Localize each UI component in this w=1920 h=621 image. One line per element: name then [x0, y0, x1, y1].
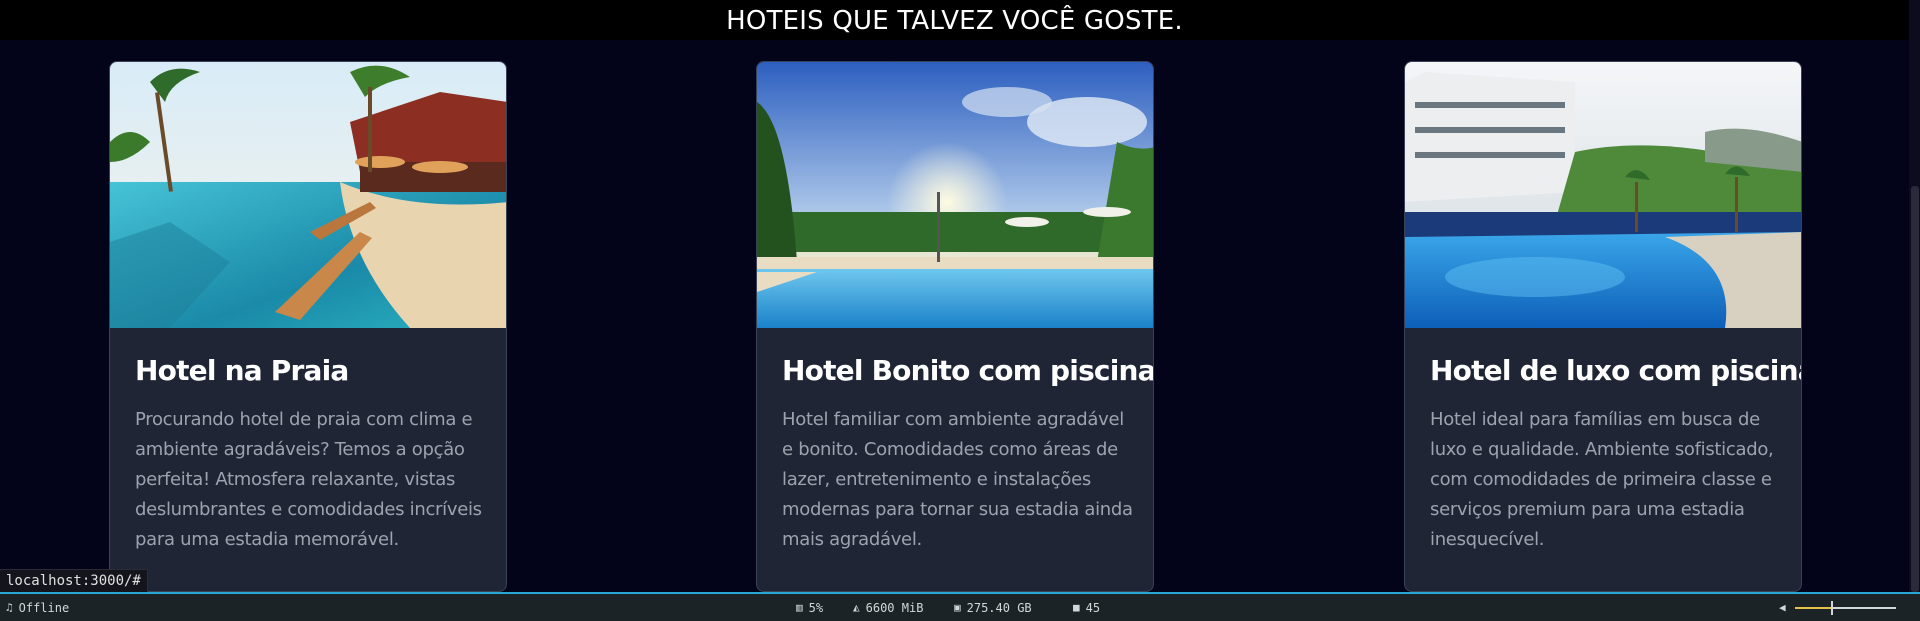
disk-usage-text: 275.40 GB	[966, 600, 1032, 615]
link-status-url: localhost:3000/#	[0, 569, 148, 592]
page-scrollbar[interactable]	[1909, 0, 1920, 592]
hotel-card-luxo[interactable]: Hotel de luxo com piscina Hotel ideal pa…	[1404, 61, 1802, 592]
disk-status: ▣ 275.40 GB	[954, 594, 1032, 621]
page-banner-title: HOTEIS QUE TALVEZ VOCÊ GOSTE.	[0, 0, 1909, 40]
hotel-description: Hotel ideal para famílias em busca de lu…	[1430, 409, 1774, 550]
speaker-icon: ◀	[1779, 600, 1786, 614]
hotel-title: Hotel de luxo com piscina	[1430, 354, 1802, 387]
beach-resort-photo-icon	[110, 62, 506, 328]
area-chart-icon: ◭	[853, 600, 860, 614]
hotel-description: Procurando hotel de praia com clima e am…	[135, 409, 482, 550]
pool-sunset-photo-icon	[757, 62, 1153, 328]
hotel-card-bonito[interactable]: Hotel Bonito com piscina Hotel familiar …	[756, 61, 1154, 592]
hotel-description: Hotel familiar com ambiente agradável e …	[782, 409, 1133, 550]
music-status[interactable]: ♫ Offline	[6, 594, 69, 621]
browser-viewport: HOTEIS QUE TALVEZ VOCÊ GOSTE. Hotel na P…	[0, 0, 1920, 621]
volume-control[interactable]: ◀	[1779, 594, 1792, 621]
memory-usage-text: 6600 MiB	[865, 600, 924, 615]
scrollbar-thumb[interactable]	[1911, 186, 1919, 592]
hotel-card-praia[interactable]: Hotel na Praia Procurando hotel de praia…	[109, 61, 507, 592]
memory-status: ◭ 6600 MiB	[853, 594, 923, 621]
package-icon: ■	[1073, 600, 1080, 614]
volume-slider[interactable]	[1795, 601, 1896, 615]
cpu-usage-text: 5%	[808, 600, 824, 615]
drive-icon: ▣	[954, 600, 961, 614]
bar-chart-icon: ▥	[796, 600, 803, 614]
hotel-image-beach	[110, 62, 506, 328]
updates-status[interactable]: ■ 45	[1073, 594, 1100, 621]
hotel-title: Hotel na Praia	[135, 354, 349, 387]
hotel-image-luxury-pool	[1405, 62, 1801, 328]
hotel-title: Hotel Bonito com piscina	[782, 354, 1154, 387]
updates-count-text: 45	[1085, 600, 1101, 615]
volume-slider-handle[interactable]	[1831, 601, 1834, 615]
hotel-image-pool-sunset	[757, 62, 1153, 328]
music-note-icon: ♫	[6, 600, 13, 614]
system-status-bar: ♫ Offline ▥ 5% ◭ 6600 MiB ▣ 275.40 GB ■ …	[0, 592, 1920, 621]
cpu-status: ▥ 5%	[796, 594, 823, 621]
luxury-pool-photo-icon	[1405, 62, 1801, 328]
music-status-text: Offline	[18, 600, 70, 615]
volume-level-fill	[1795, 607, 1832, 609]
